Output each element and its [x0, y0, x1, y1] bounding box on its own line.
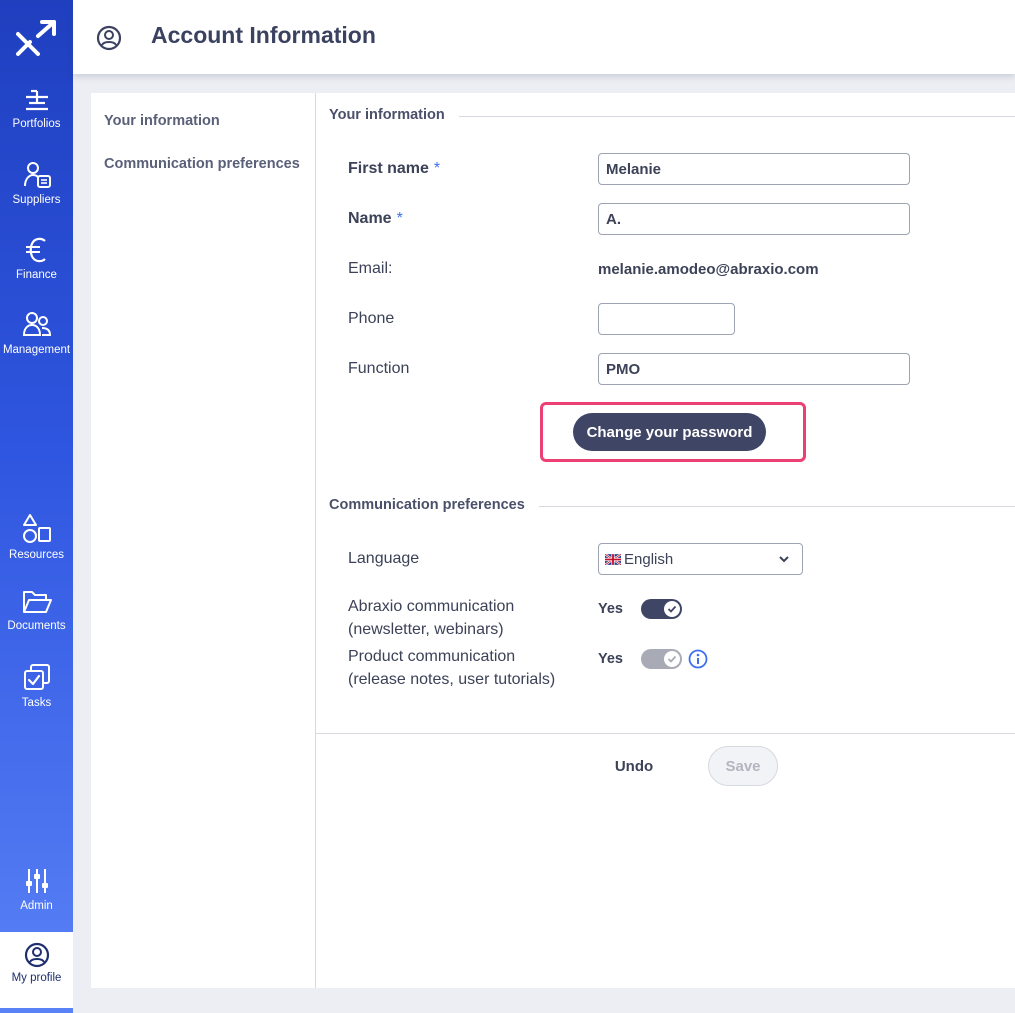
email-value: melanie.amodeo@abraxio.com: [598, 261, 819, 278]
content-panel: Your information Communication preferenc…: [91, 93, 1015, 988]
sidebar-item-label: Tasks: [21, 697, 52, 709]
sidebar-item-label: Finance: [16, 269, 57, 281]
required-marker: *: [396, 210, 403, 227]
sidebar-item-my-profile[interactable]: My profile: [0, 932, 73, 1008]
user-circle-icon: [24, 942, 49, 968]
abraxio-communication-value: Yes: [598, 601, 623, 617]
sidebar-item-label: My profile: [11, 972, 62, 984]
product-communication-title: Product communication: [348, 648, 516, 665]
sidebar-item-management[interactable]: Management: [0, 310, 73, 380]
page-header: Account Information: [73, 0, 1015, 74]
portfolio-bars-icon: [25, 89, 48, 111]
language-value: English: [624, 550, 674, 568]
save-button[interactable]: Save: [708, 746, 778, 786]
first-name-input[interactable]: [598, 153, 910, 185]
section-title-your-information: Your information: [329, 107, 459, 123]
uk-flag-icon: [605, 553, 621, 565]
language-select[interactable]: English: [598, 543, 803, 575]
sidebar-item-resources[interactable]: Resources: [0, 513, 73, 583]
change-password-button[interactable]: Change your password: [573, 413, 766, 451]
toggle-knob: [664, 601, 680, 617]
sidebar-item-finance[interactable]: Finance: [0, 235, 73, 305]
product-communication-label: Product communication (release notes, us…: [348, 645, 555, 691]
sidebar-item-label: Portfolios: [12, 118, 61, 130]
sidebar-item-tasks[interactable]: Tasks: [0, 663, 73, 733]
required-marker: *: [433, 160, 441, 177]
euro-icon: [25, 237, 46, 263]
footer-divider: [316, 733, 1015, 734]
abraxio-logo-icon[interactable]: [14, 18, 58, 58]
users-icon: [22, 312, 51, 336]
menu-link-communication-preferences[interactable]: Communication preferences: [104, 156, 300, 172]
function-label: Function: [348, 360, 410, 377]
abraxio-communication-title: Abraxio communication: [348, 598, 515, 615]
sliders-icon: [25, 869, 48, 893]
toggle-knob: [664, 651, 680, 667]
name-input[interactable]: [598, 203, 910, 235]
tasks-check-icon: [23, 664, 50, 690]
sidebar-item-label: Resources: [9, 549, 64, 561]
info-icon[interactable]: [688, 649, 708, 669]
sidebar-item-label: Documents: [7, 620, 66, 632]
menu-link-your-information[interactable]: Your information: [104, 113, 220, 129]
abraxio-communication-toggle[interactable]: [641, 599, 682, 619]
sidebar-item-documents[interactable]: Documents: [0, 588, 73, 658]
section-menu: Your information Communication preferenc…: [91, 93, 316, 988]
supplier-user-icon: [23, 162, 51, 188]
chevron-down-icon: [779, 556, 789, 563]
sidebar-item-admin[interactable]: Admin: [0, 866, 73, 936]
function-input[interactable]: [598, 353, 910, 385]
user-circle-icon: [96, 25, 122, 51]
sidebar-item-label: Admin: [20, 900, 53, 912]
sidebar-item-label: Management: [2, 344, 71, 356]
name-label-text: Name: [348, 210, 392, 227]
email-label: Email:: [348, 260, 393, 277]
product-communication-value: Yes: [598, 651, 623, 667]
sidebar-item-label: Suppliers: [12, 194, 61, 206]
product-communication-subtitle: (release notes, user tutorials): [348, 671, 556, 688]
folder-open-icon: [22, 591, 52, 613]
check-icon: [667, 655, 677, 663]
sidebar-item-suppliers[interactable]: Suppliers: [0, 160, 73, 230]
undo-button[interactable]: Undo: [601, 747, 667, 785]
product-communication-toggle[interactable]: [641, 649, 682, 669]
abraxio-communication-subtitle: (newsletter, webinars): [348, 621, 504, 638]
abraxio-communication-label: Abraxio communication (newsletter, webin…: [348, 595, 514, 641]
shapes-icon: [22, 514, 51, 543]
sidebar: Portfolios Suppliers Finance Management: [0, 0, 73, 1013]
phone-input[interactable]: [598, 303, 735, 335]
page-title: Account Information: [151, 22, 376, 48]
sidebar-item-portfolios[interactable]: Portfolios: [0, 86, 73, 156]
check-icon: [667, 605, 677, 613]
language-label: Language: [348, 550, 420, 567]
account-form: Your information First name* Name* Email…: [316, 93, 1015, 988]
phone-label: Phone: [348, 310, 395, 327]
first-name-label: First name *: [348, 160, 440, 178]
name-label: Name *: [348, 210, 403, 228]
section-title-communication-preferences: Communication preferences: [329, 497, 539, 513]
first-name-label-text: First name: [348, 160, 429, 177]
